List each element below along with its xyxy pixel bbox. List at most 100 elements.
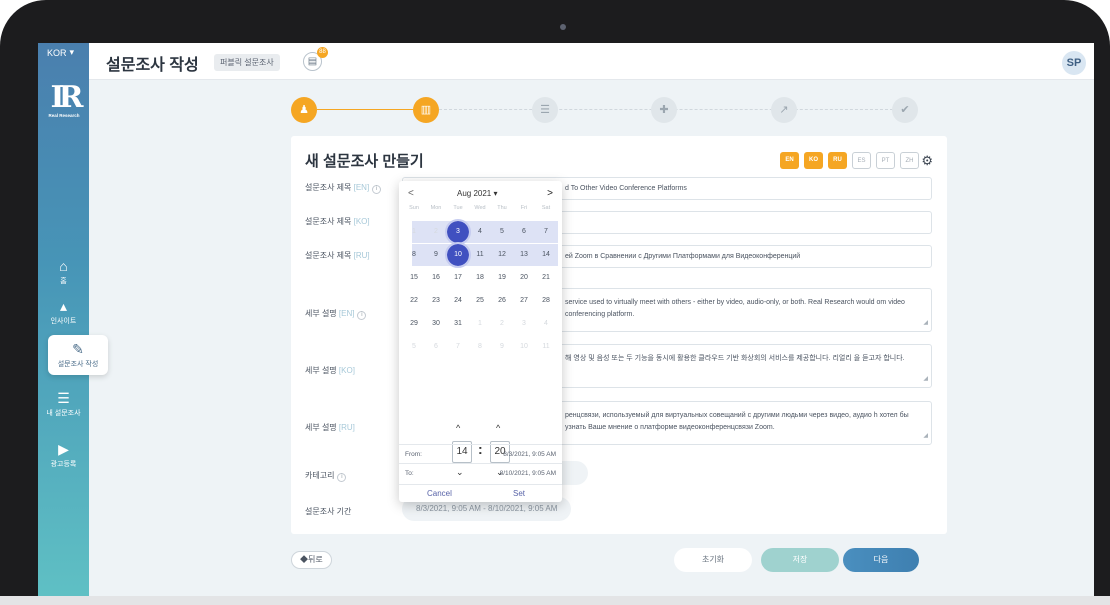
calendar-day[interactable]: 12 [491,244,513,266]
info-icon[interactable]: i [372,185,382,194]
lang-tag: [RU] [353,251,370,260]
calendar-day[interactable]: 15 [403,267,425,289]
sidebar-item-my-surveys[interactable]: ☰ 내 설문조사 [38,390,89,418]
weekday-label: Sun [409,205,419,211]
calendar-day[interactable]: 11 [469,244,491,266]
calendar-day[interactable]: 27 [513,290,535,312]
set-button[interactable]: Set [513,489,525,498]
next-button[interactable]: 다음 [843,548,919,572]
cancel-button[interactable]: Cancel [427,489,452,498]
gear-icon[interactable]: ⚙ [921,152,933,169]
calendar-day[interactable]: 9 [491,336,513,358]
category-label-text: 카테고리 [305,471,335,480]
calendar-day[interactable]: 30 [425,313,447,335]
lang-toggle-en[interactable]: EN [780,152,799,169]
calendar-day[interactable]: 31 [447,313,469,335]
calendar-day[interactable]: 11 [535,336,557,358]
prev-month-button[interactable]: < [408,189,414,199]
language-selector[interactable]: KOR ▾ [47,47,74,58]
calendar-day[interactable]: 13 [513,244,535,266]
calendar-day[interactable]: 14 [535,244,557,266]
calendar-day[interactable]: 2 [491,313,513,335]
lang-toggle-zh[interactable]: ZH [900,152,919,169]
calendar-day[interactable]: 6 [513,221,535,243]
desc-ko-label-text: 세부 설명 [305,366,337,375]
lang-toggle-ru[interactable]: RU [828,152,847,169]
calendar-day[interactable]: 25 [469,290,491,312]
calendar-day[interactable]: 8 [469,336,491,358]
lang-toggle-ko[interactable]: KO [804,152,823,169]
back-button[interactable]: ◆뒤로 [291,551,332,569]
home-icon: ⌂ [59,258,68,274]
calendar-day[interactable]: 29 [403,313,425,335]
calendar-day[interactable]: 9 [425,244,447,266]
month-year-dropdown[interactable]: Aug 2021 ▾ [457,189,498,198]
calendar-week-row: 29 30 31 1 2 3 4 [403,313,559,335]
calendar-day[interactable]: 1 [403,221,425,243]
calendar-day[interactable]: 23 [425,290,447,312]
survey-form-card: 새 설문조사 만들기 EN KO RU ES PT ZH ⚙ 설문조사 제목 [… [291,136,947,534]
desc-en-label-text: 세부 설명 [305,309,337,318]
step-bank-icon[interactable]: ▥ [413,97,439,123]
calendar-day[interactable]: 3 [513,313,535,335]
calendar-day[interactable]: 7 [535,221,557,243]
calendar-day[interactable]: 22 [403,290,425,312]
calendar-day[interactable]: 19 [491,267,513,289]
lang-toggle-es[interactable]: ES [852,152,871,169]
laptop-chin [0,596,1110,605]
calendar-day[interactable]: 7 [447,336,469,358]
sidebar-item-label: 홈 [60,278,67,285]
lang-tag: [EN] [338,309,355,318]
next-month-button[interactable]: > [547,189,553,199]
step-list-icon[interactable]: ☰ [532,97,558,123]
resize-handle-icon[interactable]: ◢ [923,317,928,329]
calendar-day[interactable]: 16 [425,267,447,289]
calendar-day-selected[interactable]: 3 [445,219,471,245]
category-label: 카테고리 i [305,470,347,482]
calendar-day[interactable]: 24 [447,290,469,312]
save-button[interactable]: 저장 [761,548,839,572]
calendar-day[interactable]: 20 [513,267,535,289]
calendar-day[interactable]: 26 [491,290,513,312]
lang-toggle-pt[interactable]: PT [876,152,895,169]
sidebar-item-home[interactable]: ⌂ 홈 [38,258,89,286]
calendar-day[interactable]: 4 [469,221,491,243]
calendar-day-selected[interactable]: 10 [445,242,471,268]
calendar-day[interactable]: 5 [403,336,425,358]
sidebar-item-label: 인사이트 [50,318,77,325]
resize-handle-icon[interactable]: ◢ [923,430,928,442]
sidebar-item-insight[interactable]: ▴ 인사이트 [38,298,89,326]
info-icon[interactable]: i [337,473,347,482]
calendar-day[interactable]: 6 [425,336,447,358]
calendar-day[interactable]: 2 [425,221,447,243]
calendar-day[interactable]: 17 [447,267,469,289]
weekday-label: Thu [497,205,507,211]
step-check-icon[interactable]: ✔ [892,97,918,123]
calendar-day[interactable]: 8 [403,244,425,266]
reset-button[interactable]: 초기화 [674,548,752,572]
calendar-day[interactable]: 1 [469,313,491,335]
step-puzzle-icon[interactable]: ✚ [651,97,677,123]
calendar-day[interactable]: 21 [535,267,557,289]
resize-handle-icon[interactable]: ◢ [923,373,928,385]
calendar-day[interactable]: 18 [469,267,491,289]
calendar-day[interactable]: 28 [535,290,557,312]
chart-icon: ▴ [59,298,68,314]
language-toggle-group: EN KO RU ES PT ZH [780,152,919,169]
avatar[interactable]: SP [1062,51,1086,75]
minute-up-icon[interactable]: ^ [496,423,500,433]
calendar-day[interactable]: 5 [491,221,513,243]
step-trend-icon[interactable]: ↗ [771,97,797,123]
info-icon[interactable]: i [357,311,367,320]
step-users-icon[interactable]: ♟ [291,97,317,123]
calendar-day[interactable]: 10 [513,336,535,358]
calendar-day[interactable]: 4 [535,313,557,335]
list-icon: ☰ [57,390,70,406]
hour-up-icon[interactable]: ^ [456,423,460,433]
webcam [560,24,566,30]
sidebar-item-create-survey[interactable]: ✎ 설문조사 작성 [48,335,108,375]
sidebar-item-ads[interactable]: ▶ 광고등록 [38,441,89,469]
real-research-logo[interactable]: IR Real Research [46,83,83,119]
app-screen: KOR ▾ IR Real Research ⌂ 홈 ▴ 인사이트 ✎ 설문조사… [38,43,1094,596]
calendar-week-row: 5 6 7 8 9 10 11 [403,336,559,358]
